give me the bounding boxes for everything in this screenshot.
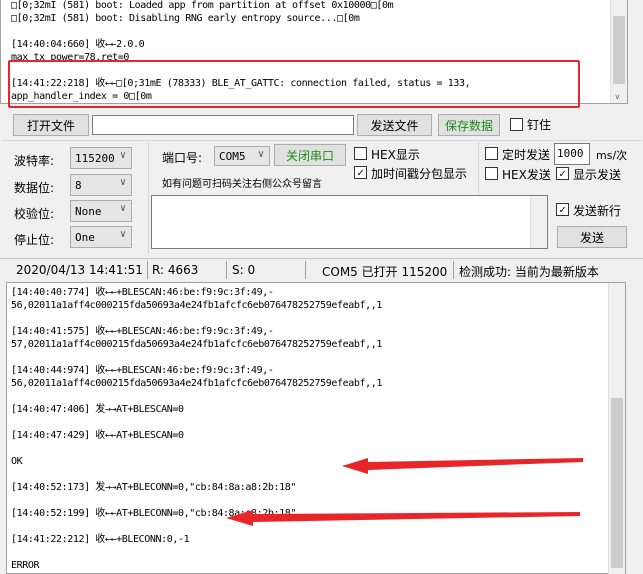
red-arrow-2 [226, 510, 580, 526]
annotation-arrows [226, 458, 583, 526]
red-arrow-1 [342, 458, 583, 474]
